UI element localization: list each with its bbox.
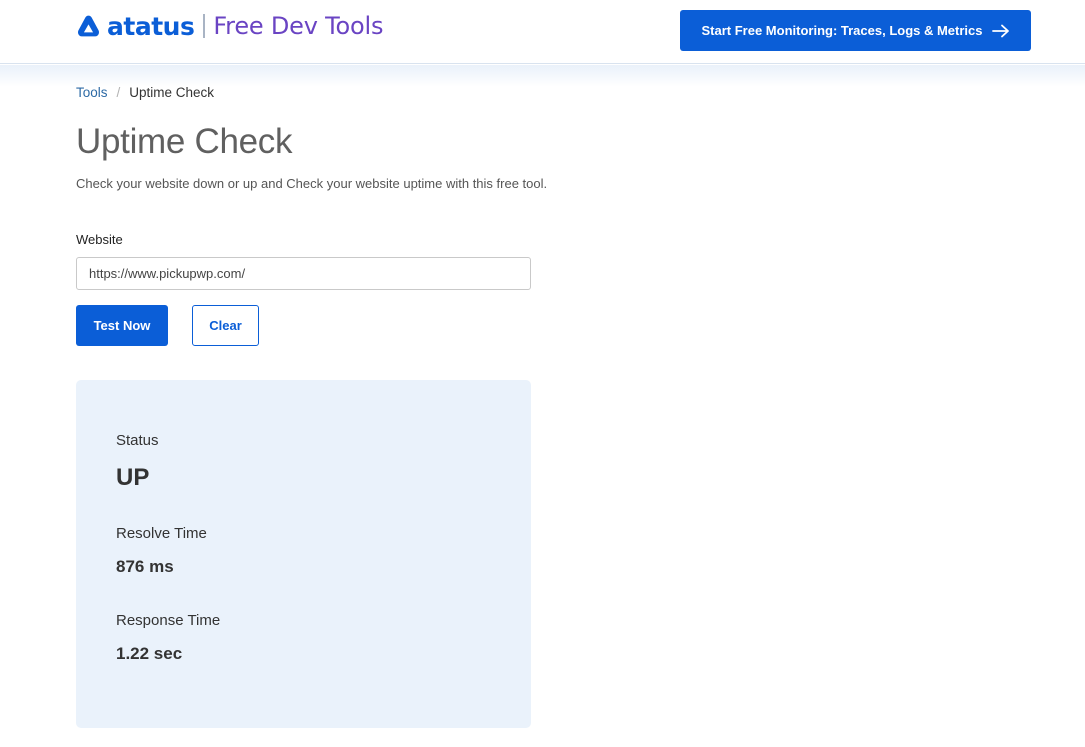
breadcrumb-separator: / xyxy=(116,85,121,100)
status-value: UP xyxy=(116,464,150,491)
cta-label: Start Free Monitoring: Traces, Logs & Me… xyxy=(701,23,983,38)
response-time-label: Response Time xyxy=(116,612,221,629)
clear-button[interactable]: Clear xyxy=(192,305,259,346)
product-name: Free Dev Tools xyxy=(213,12,384,40)
website-label: Website xyxy=(76,232,123,247)
breadcrumb-current: Uptime Check xyxy=(129,85,215,100)
brand-name: atatus xyxy=(107,11,195,41)
start-free-monitoring-button[interactable]: Start Free Monitoring: Traces, Logs & Me… xyxy=(680,10,1031,51)
response-time-value: 1.22 sec xyxy=(116,644,183,663)
atatus-logo[interactable]: atatus Free Dev Tools xyxy=(76,11,383,41)
resolve-time-label: Resolve Time xyxy=(116,525,207,542)
page-title: Uptime Check xyxy=(76,122,293,161)
website-input[interactable] xyxy=(76,257,531,290)
header-gradient xyxy=(0,65,1085,87)
arrow-right-icon xyxy=(991,24,1009,37)
page-subtitle: Check your website down or up and Check … xyxy=(76,176,548,191)
site-header: atatus Free Dev Tools Start Free Monitor… xyxy=(0,0,1085,64)
breadcrumb: Tools / Uptime Check xyxy=(76,85,214,100)
status-label: Status xyxy=(116,432,159,449)
breadcrumb-tools-link[interactable]: Tools xyxy=(76,85,108,100)
logo-divider xyxy=(203,14,206,38)
test-now-button[interactable]: Test Now xyxy=(76,305,168,346)
atatus-logo-icon xyxy=(78,15,99,36)
resolve-time-value: 876 ms xyxy=(116,557,174,576)
result-card: Status UP Resolve Time 876 ms Response T… xyxy=(76,380,531,728)
